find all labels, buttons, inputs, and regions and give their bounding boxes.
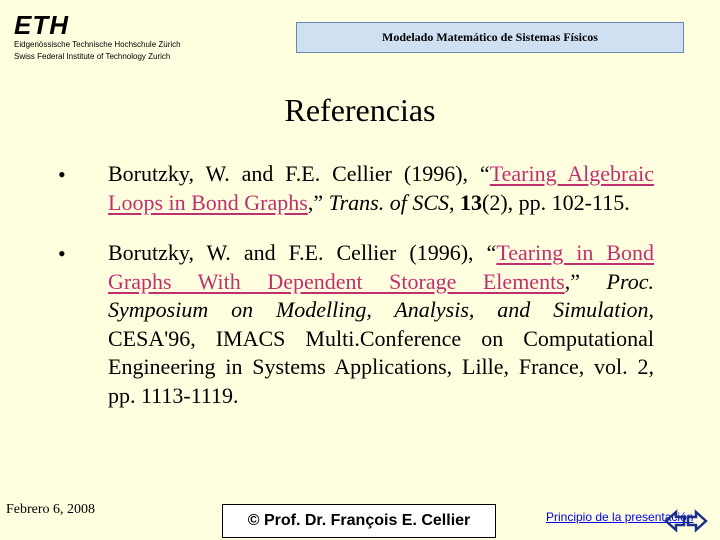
copyright-box: © Prof. Dr. François E. Cellier [222, 504, 496, 538]
volume-number: 13 [460, 189, 483, 215]
bullet: • [58, 241, 66, 266]
course-title: Modelado Matemático de Sistemas Físicos [382, 30, 598, 44]
reference-text: Borutzky, W. and F.E. Cellier (1996), “T… [108, 161, 654, 215]
nav-arrows-svg [664, 509, 708, 533]
course-title-box: Modelado Matemático de Sistemas Físicos [296, 22, 684, 53]
journal-name: Trans. of SCS [328, 189, 450, 215]
slide-title: Referencias [284, 92, 436, 128]
reference-item: • Borutzky, W. and F.E. Cellier (1996), … [58, 239, 654, 410]
eth-logo-mark: ETH [14, 10, 69, 40]
reference-text: Borutzky, W. and F.E. Cellier (1996), “T… [108, 240, 655, 408]
reference-item: • Borutzky, W. and F.E. Cellier (1996), … [58, 160, 654, 217]
eth-logo: ETH Eidgenössische Technische Hochschule… [14, 12, 181, 62]
double-arrow-icon[interactable] [664, 508, 708, 534]
footer-date: Febrero 6, 2008 [6, 502, 96, 517]
bullet: • [58, 162, 66, 187]
eth-logo-line1: Eidgenössische Technische Hochschule Zür… [14, 40, 181, 49]
reference-list: • Borutzky, W. and F.E. Cellier (1996), … [58, 160, 654, 432]
eth-logo-line2: Swiss Federal Institute of Technology Zu… [14, 52, 171, 61]
copyright-text: © Prof. Dr. François E. Cellier [247, 512, 471, 529]
